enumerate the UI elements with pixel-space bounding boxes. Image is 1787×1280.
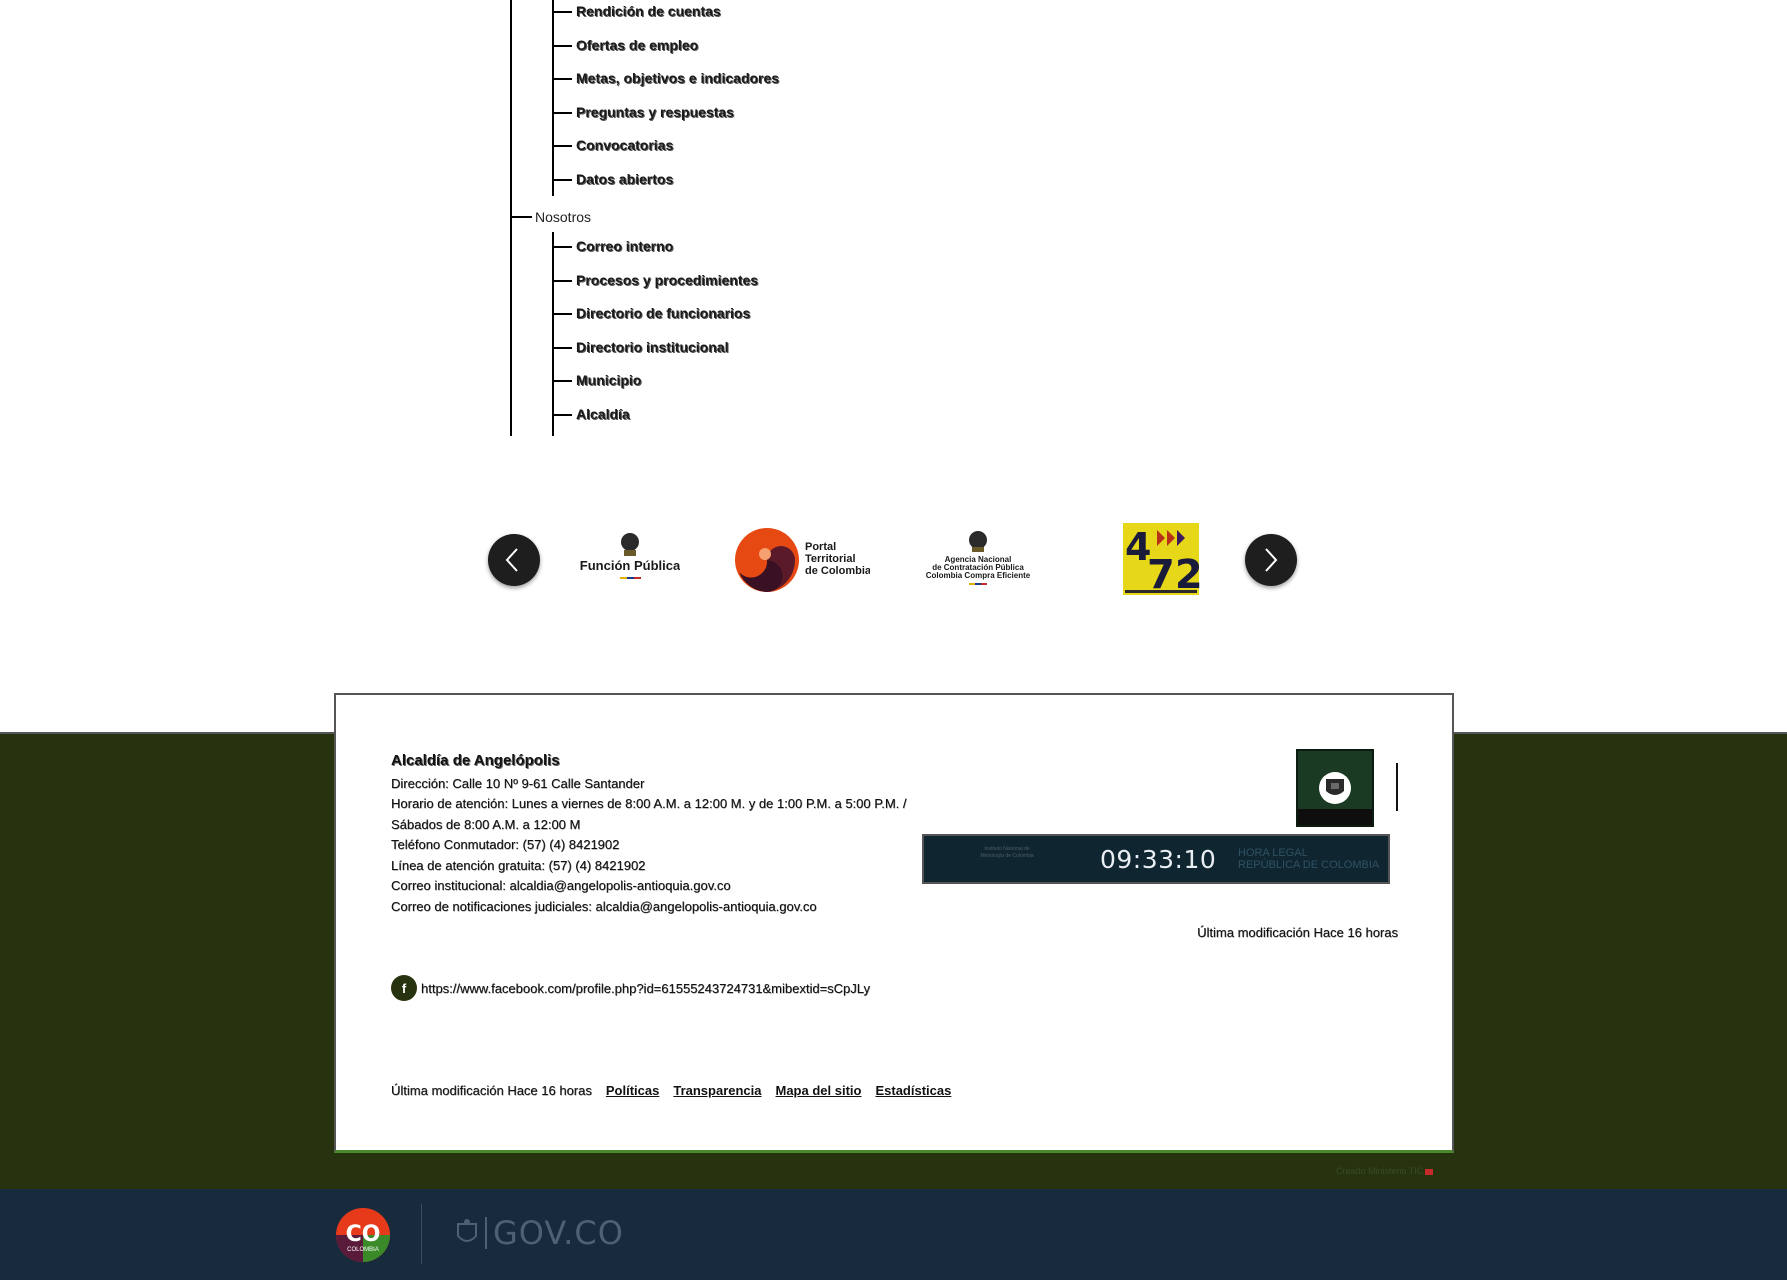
facebook-link-row[interactable]: f https://www.facebook.com/profile.php?i…: [391, 975, 870, 1001]
gov-co-text: GOV.CO: [493, 1214, 624, 1252]
footer-card: Alcaldía de Angelópolis Dirección: Calle…: [334, 693, 1454, 1153]
estadisticas-link[interactable]: Estadísticas: [875, 1083, 951, 1098]
gov-co-logo[interactable]: GOV.CO: [455, 1214, 624, 1252]
tree-connector: [554, 313, 572, 315]
carousel-prev-button[interactable]: [488, 534, 540, 586]
gov-logo-separator: [485, 1217, 487, 1249]
sitemap-item-ofertas[interactable]: Ofertas de empleo: [576, 37, 698, 53]
sitemap-item-convocatorias[interactable]: Convocatorias: [576, 137, 673, 153]
tree-connector: [554, 11, 572, 13]
politicas-link[interactable]: Políticas: [606, 1083, 659, 1098]
chevron-right-icon: [1265, 548, 1278, 572]
partner-logos-carousel: Función Pública Portal Territorial de Co…: [488, 520, 1298, 600]
tree-connector: [554, 380, 572, 382]
svg-text:de Colombia: de Colombia: [805, 565, 870, 577]
legal-email-text: Correo de notificaciones judiciales: alc…: [391, 898, 817, 914]
sitemap-group-nosotros[interactable]: Nosotros: [535, 209, 591, 225]
facebook-link[interactable]: https://www.facebook.com/profile.php?id=…: [421, 981, 870, 996]
co-logo-subtext: COLOMBIA: [347, 1247, 379, 1253]
clock-time: 09:33:10: [1100, 845, 1217, 874]
clock-institute-label: Instituto Nacional de Metrología de Colo…: [980, 846, 1034, 859]
co-colombia-logo[interactable]: CO COLOMBIA: [336, 1208, 390, 1262]
last-modified-bottom: Última modificación Hace 16 horas: [391, 1083, 592, 1098]
tree-branch-line: [552, 232, 554, 436]
contact-info: Alcaldía de Angelópolis Dirección: Calle…: [391, 751, 907, 917]
credit-text[interactable]: Creado Ministerio TIC: [1336, 1166, 1434, 1176]
tree-trunk-line: [510, 0, 512, 436]
clock-label-line1: HORA LEGAL: [1238, 847, 1308, 859]
colombia-shield-icon: [457, 1219, 477, 1242]
transparencia-link[interactable]: Transparencia: [673, 1083, 761, 1098]
municipality-seal-logo: [1296, 749, 1374, 827]
sitemap-item-procesos[interactable]: Procesos y procedimientes: [576, 272, 758, 288]
tree-connector: [554, 78, 572, 80]
facebook-icon[interactable]: f: [391, 975, 417, 1001]
tree-connector: [554, 414, 572, 416]
funcion-publica-logo[interactable]: Función Pública: [580, 520, 681, 600]
phone-text: Teléfono Conmutador: (57) (4) 8421902: [391, 837, 620, 852]
sitemap-item-preguntas[interactable]: Preguntas y respuestas: [576, 104, 734, 120]
carousel-next-button[interactable]: [1245, 534, 1297, 586]
clock-label-line2: REPÚBLICA DE COLOMBIA: [1238, 859, 1380, 871]
svg-text:Territorial: Territorial: [805, 553, 856, 565]
svg-text:Portal: Portal: [805, 541, 836, 553]
sitemap-item-rendicion[interactable]: Rendición de cuentas: [576, 3, 721, 19]
email-text: Correo institucional: alcaldia@angelopol…: [391, 878, 731, 893]
gov-co-bar: CO COLOMBIA GOV.CO: [0, 1189, 1787, 1280]
seal-divider: [1396, 763, 1398, 811]
tree-connector: [554, 179, 572, 181]
colombia-compra-logo[interactable]: Agencia Nacional de Contratación Pública…: [916, 520, 1041, 600]
sitemap-item-alcaldia[interactable]: Alcaldía: [576, 406, 630, 422]
4-72-logo[interactable]: 4 72: [1121, 520, 1203, 600]
clock-legal-label: HORA LEGAL REPÚBLICA DE COLOMBIA: [1238, 847, 1379, 871]
last-modified-right: Última modificación Hace 16 horas: [1197, 925, 1398, 940]
svg-text:Colombia Compra Eficiente: Colombia Compra Eficiente: [926, 571, 1031, 580]
svg-text:Función Pública: Función Pública: [580, 558, 680, 573]
tree-connector: [554, 246, 572, 248]
gov-divider: [421, 1204, 422, 1264]
sitemap-tree: Rendición de cuentas Ofertas de empleo M…: [0, 0, 1787, 440]
portal-territorial-logo[interactable]: Portal Territorial de Colombia: [735, 520, 872, 600]
tree-connector: [554, 347, 572, 349]
tree-connector: [554, 280, 572, 282]
tree-connector: [554, 112, 572, 114]
sitemap-item-directorio-funcionarios[interactable]: Directorio de funcionarios: [576, 305, 750, 321]
sitemap-item-datos[interactable]: Datos abiertos: [576, 171, 673, 187]
tree-connector: [512, 216, 532, 218]
credit-label: Creado Ministerio TIC: [1336, 1166, 1424, 1176]
sitemap-item-directorio-institucional[interactable]: Directorio institucional: [576, 339, 728, 355]
footer-title: Alcaldía de Angelópolis: [391, 752, 560, 769]
tree-connector: [554, 145, 572, 147]
tree-branch-line: [552, 0, 554, 196]
mapa-sitio-link[interactable]: Mapa del sitio: [776, 1083, 862, 1098]
colombia-flag-icon: [1425, 1168, 1434, 1175]
tree-connector: [554, 45, 572, 47]
sitemap-item-municipio[interactable]: Municipio: [576, 372, 641, 388]
hours-text: Horario de atención: Lunes a viernes de …: [391, 796, 907, 811]
chevron-left-icon: [505, 548, 518, 572]
footer-bottom-links: Última modificación Hace 16 horas Políti…: [391, 1083, 951, 1098]
hours-text-saturday: Sábados de 8:00 A.M. a 12:00 M: [391, 816, 581, 832]
sitemap-item-metas[interactable]: Metas, objetivos e indicadores: [576, 70, 779, 86]
hora-legal-widget[interactable]: Instituto Nacional de Metrología de Colo…: [922, 834, 1390, 884]
free-line-text: Línea de atención gratuita: (57) (4) 842…: [391, 857, 646, 873]
sitemap-item-correo[interactable]: Correo interno: [576, 238, 673, 254]
co-logo-text: CO: [346, 1222, 381, 1247]
address-text: Dirección: Calle 10 Nº 9-61 Calle Santan…: [391, 775, 645, 791]
